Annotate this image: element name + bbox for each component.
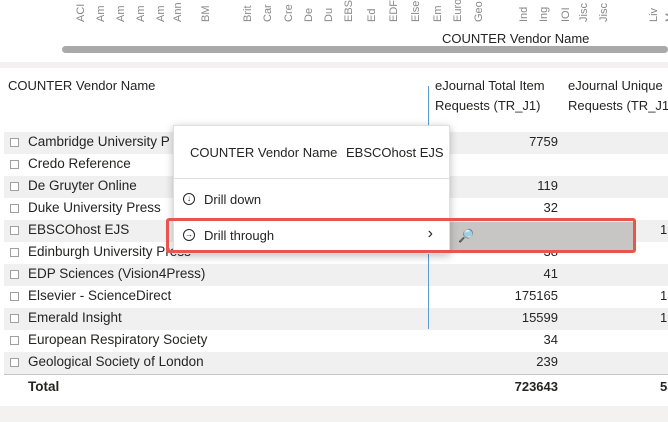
x-axis-tick-label: Ind: [518, 6, 530, 22]
vendor-name-cell: Credo Reference: [28, 156, 131, 171]
expand-plus-icon[interactable]: ⊞: [10, 248, 19, 257]
table-row[interactable]: ⊞ EDP Sciences (Vision4Press) 41: [4, 264, 668, 286]
x-axis-tick-label: Else: [410, 0, 422, 22]
table-row[interactable]: ⊞ Emerald Insight 15599 1: [4, 308, 668, 330]
vendor-name-cell: European Respiratory Society: [28, 332, 208, 347]
context-field-label: COUNTER Vendor Name: [190, 145, 338, 160]
x-axis-tick-label: EDF: [388, 0, 400, 22]
vendor-name-cell: Cambridge University P: [28, 134, 170, 149]
header-line-2: Requests (TR_J1): [435, 98, 541, 113]
header-line-1: eJournal Total Item: [435, 78, 545, 93]
drill-down-menu-item[interactable]: ↓ Drill down: [174, 185, 449, 215]
total-requests-cell: 15599: [521, 310, 558, 325]
x-axis-tick-label: Brit: [242, 5, 254, 23]
expand-plus-icon[interactable]: ⊞: [10, 160, 19, 169]
unique-requests-cell: 1: [660, 222, 668, 237]
expand-plus-icon[interactable]: ⊞: [10, 226, 19, 235]
table-row[interactable]: ⊞ Geological Society of London 239: [4, 352, 668, 374]
x-axis-tick-label: De: [303, 7, 315, 22]
column-chart-remnant: ACI Am Am Am Am Ann BM Brit Car Cre De Du EBS Ed EDF El…: [0, 0, 668, 62]
context-field-value: EBSCOhost EJS: [346, 145, 444, 160]
x-axis-tick-label: BM: [200, 5, 212, 23]
vendor-name-cell: Duke University Press: [28, 200, 161, 215]
x-axis-tick-label: Am: [155, 5, 167, 23]
vendor-name-cell: EDP Sciences (Vision4Press): [28, 266, 206, 281]
highlight-annotation: [166, 218, 636, 253]
total-value-col2: 53: [660, 379, 668, 394]
x-axis-tick-label: Ann: [172, 2, 184, 22]
context-menu-header: COUNTER Vendor Name EBSCOhost EJS: [174, 126, 449, 179]
total-requests-cell: 239: [536, 354, 558, 369]
drill-down-label: Drill down: [204, 192, 262, 207]
x-axis-tick-label: Jisc: [598, 3, 610, 22]
x-axis-tick-label: Ed: [366, 8, 378, 22]
header-line-2: Requests (TR_J1): [568, 98, 668, 113]
total-requests-cell: 32: [543, 200, 558, 215]
arrow-down-circle-icon: ↓: [183, 193, 195, 205]
column-header-unique-requests[interactable]: eJournal Unique Requests (TR_J1): [568, 76, 668, 116]
x-axis-tick-label: ACI: [75, 3, 87, 22]
vendor-name-cell: EBSCOhost EJS: [28, 222, 130, 237]
x-axis-tick-label: Ing: [538, 6, 550, 22]
column-header-total-requests[interactable]: eJournal Total Item Requests (TR_J1): [435, 76, 545, 116]
total-label: Total: [28, 379, 60, 394]
header-line-1: eJournal Unique: [568, 78, 663, 93]
vendor-name-cell: Emerald Insight: [28, 310, 122, 325]
x-axis-tick-label: M: [664, 12, 668, 22]
total-row: Total 723643 53: [4, 374, 668, 399]
total-requests-cell: 7759: [529, 134, 558, 149]
x-axis-tick-label: Liv: [648, 7, 660, 22]
x-axis-tick-label: Cre: [283, 4, 295, 22]
expand-plus-icon[interactable]: ⊞: [10, 270, 19, 279]
x-axis-tick-label: EBS: [343, 0, 355, 22]
x-axis-tick-label: Am: [95, 5, 107, 23]
x-axis-title: COUNTER Vendor Name: [442, 31, 590, 46]
total-requests-cell: 41: [543, 266, 558, 281]
unique-requests-cell: 13: [660, 288, 668, 303]
x-axis-tick-label: Car: [262, 4, 274, 22]
expand-plus-icon[interactable]: ⊞: [10, 358, 19, 367]
column-header-vendor[interactable]: COUNTER Vendor Name: [8, 76, 155, 96]
chart-horizontal-scrollbar[interactable]: [62, 46, 668, 53]
x-axis-tick-label: Am: [135, 5, 147, 23]
vendor-name-cell: Geological Society of London: [28, 354, 204, 369]
x-axis-tick-label: Jisc: [578, 3, 590, 22]
vendor-name-cell: Elsevier - ScienceDirect: [28, 288, 172, 303]
expand-plus-icon[interactable]: ⊞: [10, 204, 19, 213]
vendor-name-cell: De Gruyter Online: [28, 178, 137, 193]
x-axis-tick-label: Em: [432, 5, 444, 23]
expand-plus-icon[interactable]: ⊞: [10, 292, 19, 301]
expand-plus-icon[interactable]: ⊞: [10, 336, 19, 345]
total-requests-cell: 119: [537, 178, 558, 193]
expand-plus-icon[interactable]: ⊞: [10, 138, 19, 147]
table-row[interactable]: ⊞ Elsevier - ScienceDirect 175165 13: [4, 286, 668, 308]
expand-plus-icon[interactable]: ⊞: [10, 314, 19, 323]
expand-plus-icon[interactable]: ⊞: [10, 182, 19, 191]
x-axis-tick-label: Du: [323, 7, 335, 22]
total-requests-cell: 34: [543, 332, 558, 347]
total-requests-cell: 175165: [514, 288, 558, 303]
x-axis-tick-label: Am: [115, 5, 127, 23]
visual-separator: [0, 406, 668, 422]
unique-requests-cell: 1: [660, 310, 668, 325]
x-axis-tick-label: Euro: [452, 0, 464, 22]
total-value-col1: 723643: [514, 379, 558, 394]
table-row[interactable]: ⊞ European Respiratory Society 34: [4, 330, 668, 352]
x-axis-tick-label: IOI: [560, 7, 572, 22]
x-axis-tick-label: Geo: [473, 1, 485, 22]
